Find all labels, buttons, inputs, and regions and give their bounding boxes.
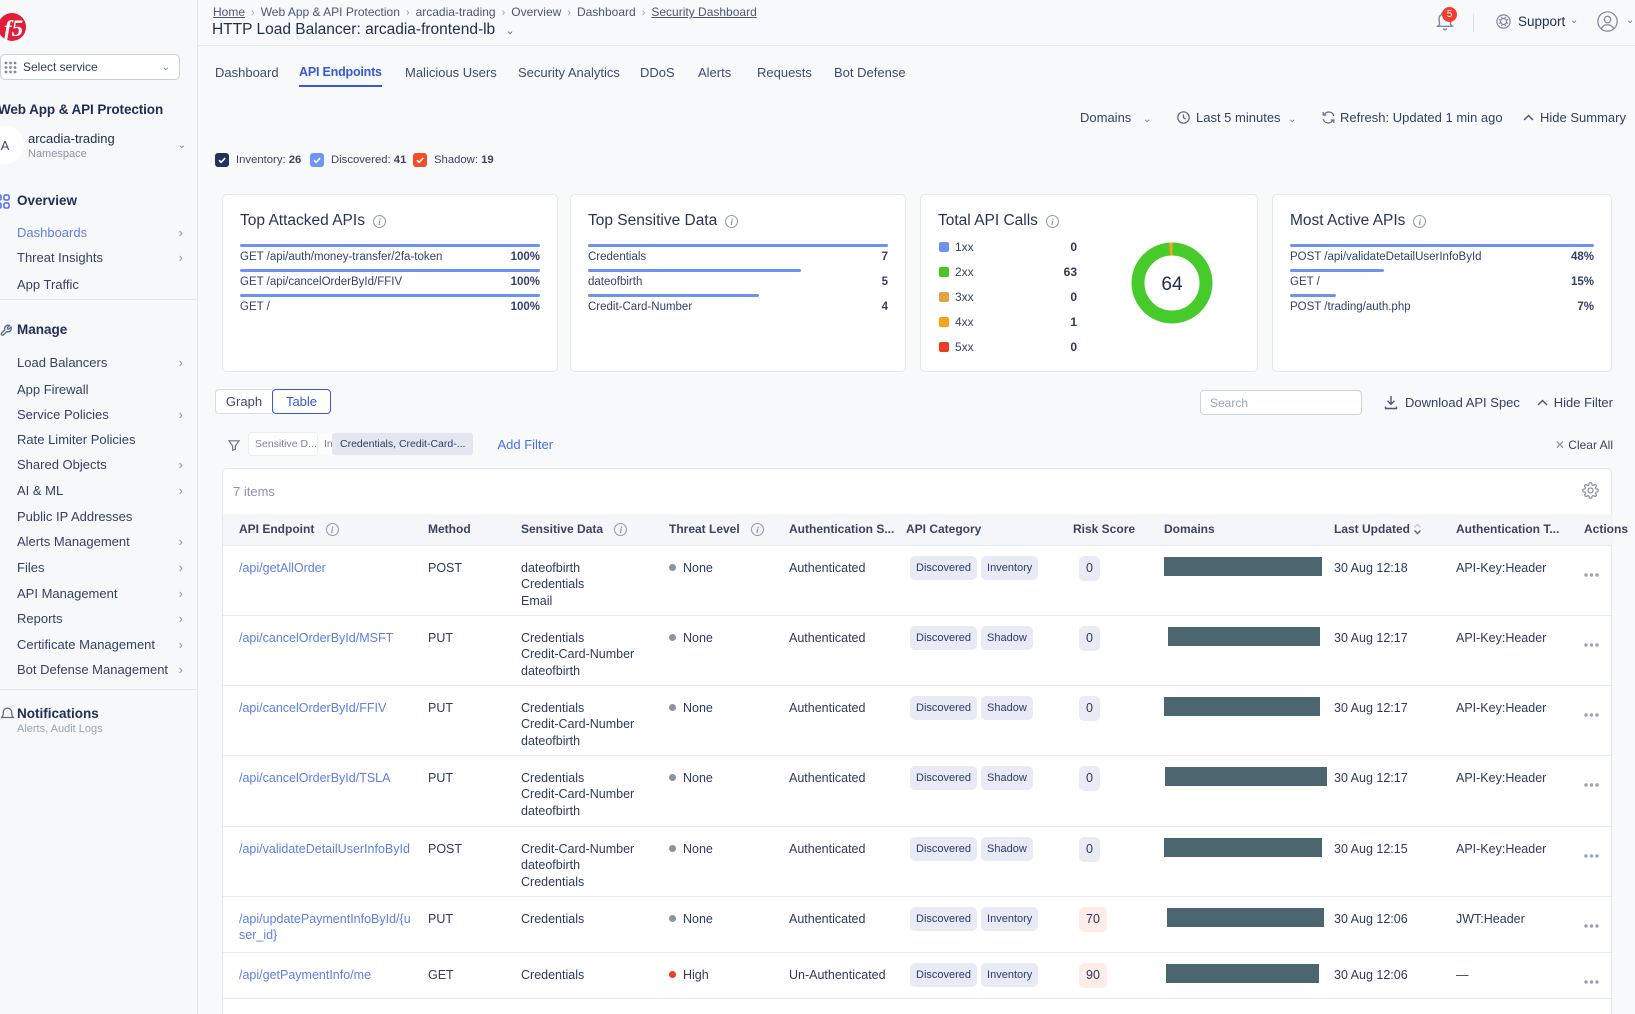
svg-text:64: 64 [1161,274,1183,295]
svg-text:f5: f5 [4,16,23,41]
